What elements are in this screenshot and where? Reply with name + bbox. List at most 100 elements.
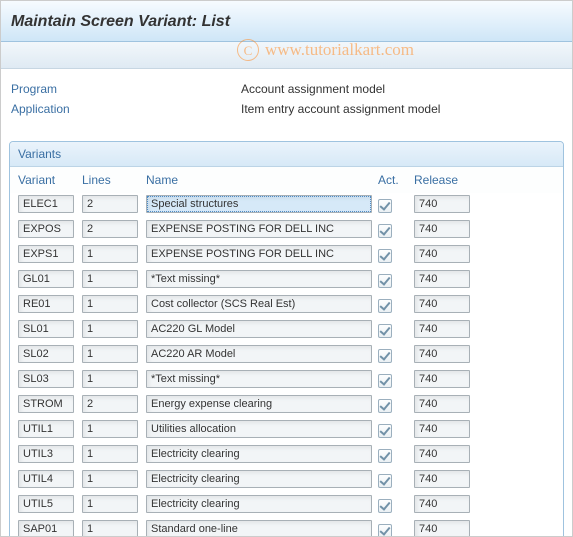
name-field[interactable]: *Text missing* (146, 370, 372, 388)
info-row-program: Program Account assignment model (11, 79, 562, 99)
info-section: Program Account assignment model Applica… (1, 69, 572, 133)
name-field[interactable]: Electricity clearing (146, 470, 372, 488)
table-row: UTIL4 1 Electricity clearing 740 (16, 468, 557, 493)
release-field[interactable]: 740 (414, 495, 470, 513)
table-row: UTIL3 1 Electricity clearing 740 (16, 443, 557, 468)
table-row: SAP01 1 Standard one-line 740 (16, 518, 557, 537)
lines-field[interactable]: 1 (82, 495, 138, 513)
release-field[interactable]: 740 (414, 420, 470, 438)
table-row: ELEC1 2 Special structures 740 (16, 193, 557, 218)
name-field[interactable]: Cost collector (SCS Real Est) (146, 295, 372, 313)
lines-field[interactable]: 2 (82, 220, 138, 238)
release-field[interactable]: 740 (414, 470, 470, 488)
table-row: GL01 1 *Text missing* 740 (16, 268, 557, 293)
active-checkbox[interactable] (378, 349, 392, 363)
variants-group-title: Variants (10, 142, 563, 167)
table-row: UTIL5 1 Electricity clearing 740 (16, 493, 557, 518)
release-field[interactable]: 740 (414, 445, 470, 463)
release-field[interactable]: 740 (414, 295, 470, 313)
title-bar: Maintain Screen Variant: List (1, 1, 572, 42)
variant-field[interactable]: UTIL3 (18, 445, 74, 463)
release-field[interactable]: 740 (414, 195, 470, 213)
name-field[interactable]: AC220 GL Model (146, 320, 372, 338)
active-checkbox[interactable] (378, 199, 392, 213)
variant-field[interactable]: UTIL5 (18, 495, 74, 513)
variant-field[interactable]: UTIL4 (18, 470, 74, 488)
active-checkbox[interactable] (378, 224, 392, 238)
variant-field[interactable]: EXPOS (18, 220, 74, 238)
lines-field[interactable]: 1 (82, 245, 138, 263)
variant-field[interactable]: ELEC1 (18, 195, 74, 213)
release-field[interactable]: 740 (414, 320, 470, 338)
application-label: Application (11, 102, 241, 116)
lines-field[interactable]: 1 (82, 270, 138, 288)
col-header-act: Act. (376, 171, 412, 189)
lines-field[interactable]: 1 (82, 445, 138, 463)
table-row: SL03 1 *Text missing* 740 (16, 368, 557, 393)
col-header-variant: Variant (16, 171, 80, 189)
release-field[interactable]: 740 (414, 395, 470, 413)
lines-field[interactable]: 1 (82, 470, 138, 488)
active-checkbox[interactable] (378, 399, 392, 413)
name-field[interactable]: Energy expense clearing (146, 395, 372, 413)
table-row: EXPS1 1 EXPENSE POSTING FOR DELL INC 740 (16, 243, 557, 268)
name-field[interactable]: Utilities allocation (146, 420, 372, 438)
active-checkbox[interactable] (378, 299, 392, 313)
active-checkbox[interactable] (378, 474, 392, 488)
table-row: SL02 1 AC220 AR Model 740 (16, 343, 557, 368)
col-header-name: Name (144, 171, 376, 189)
active-checkbox[interactable] (378, 274, 392, 288)
release-field[interactable]: 740 (414, 245, 470, 263)
lines-field[interactable]: 1 (82, 345, 138, 363)
name-field[interactable]: EXPENSE POSTING FOR DELL INC (146, 245, 372, 263)
variant-field[interactable]: SL03 (18, 370, 74, 388)
lines-field[interactable]: 2 (82, 395, 138, 413)
name-field[interactable]: *Text missing* (146, 270, 372, 288)
program-value: Account assignment model (241, 82, 385, 96)
table-row: EXPOS 2 EXPENSE POSTING FOR DELL INC 740 (16, 218, 557, 243)
table-row: STROM 2 Energy expense clearing 740 (16, 393, 557, 418)
release-field[interactable]: 740 (414, 270, 470, 288)
active-checkbox[interactable] (378, 324, 392, 338)
table-row: RE01 1 Cost collector (SCS Real Est) 740 (16, 293, 557, 318)
lines-field[interactable]: 1 (82, 320, 138, 338)
program-label: Program (11, 82, 241, 96)
name-field[interactable]: Electricity clearing (146, 495, 372, 513)
release-field[interactable]: 740 (414, 220, 470, 238)
active-checkbox[interactable] (378, 424, 392, 438)
variant-field[interactable]: SL01 (18, 320, 74, 338)
info-row-application: Application Item entry account assignmen… (11, 99, 562, 119)
table-row: SL01 1 AC220 GL Model 740 (16, 318, 557, 343)
lines-field[interactable]: 1 (82, 370, 138, 388)
variant-field[interactable]: SL02 (18, 345, 74, 363)
variant-field[interactable]: EXPS1 (18, 245, 74, 263)
variant-field[interactable]: RE01 (18, 295, 74, 313)
variants-group: Variants Variant Lines Name Act. Release… (9, 141, 564, 537)
lines-field[interactable]: 1 (82, 520, 138, 537)
name-field[interactable]: EXPENSE POSTING FOR DELL INC (146, 220, 372, 238)
lines-field[interactable]: 1 (82, 420, 138, 438)
col-header-lines: Lines (80, 171, 144, 189)
name-field[interactable]: Standard one-line (146, 520, 372, 537)
release-field[interactable]: 740 (414, 520, 470, 537)
variant-field[interactable]: SAP01 (18, 520, 74, 537)
variant-field[interactable]: STROM (18, 395, 74, 413)
active-checkbox[interactable] (378, 524, 392, 537)
name-field[interactable]: AC220 AR Model (146, 345, 372, 363)
name-field[interactable]: Electricity clearing (146, 445, 372, 463)
variant-field[interactable]: UTIL1 (18, 420, 74, 438)
active-checkbox[interactable] (378, 449, 392, 463)
lines-field[interactable]: 2 (82, 195, 138, 213)
toolbar (1, 42, 572, 69)
table-header-row: Variant Lines Name Act. Release (10, 167, 563, 193)
app-window: Maintain Screen Variant: List C www.tuto… (0, 0, 573, 537)
release-field[interactable]: 740 (414, 345, 470, 363)
release-field[interactable]: 740 (414, 370, 470, 388)
table-body: ELEC1 2 Special structures 740 EXPOS 2 EXPENSE… (10, 193, 563, 537)
variant-field[interactable]: GL01 (18, 270, 74, 288)
active-checkbox[interactable] (378, 499, 392, 513)
active-checkbox[interactable] (378, 249, 392, 263)
active-checkbox[interactable] (378, 374, 392, 388)
lines-field[interactable]: 1 (82, 295, 138, 313)
name-field[interactable]: Special structures (146, 195, 372, 213)
